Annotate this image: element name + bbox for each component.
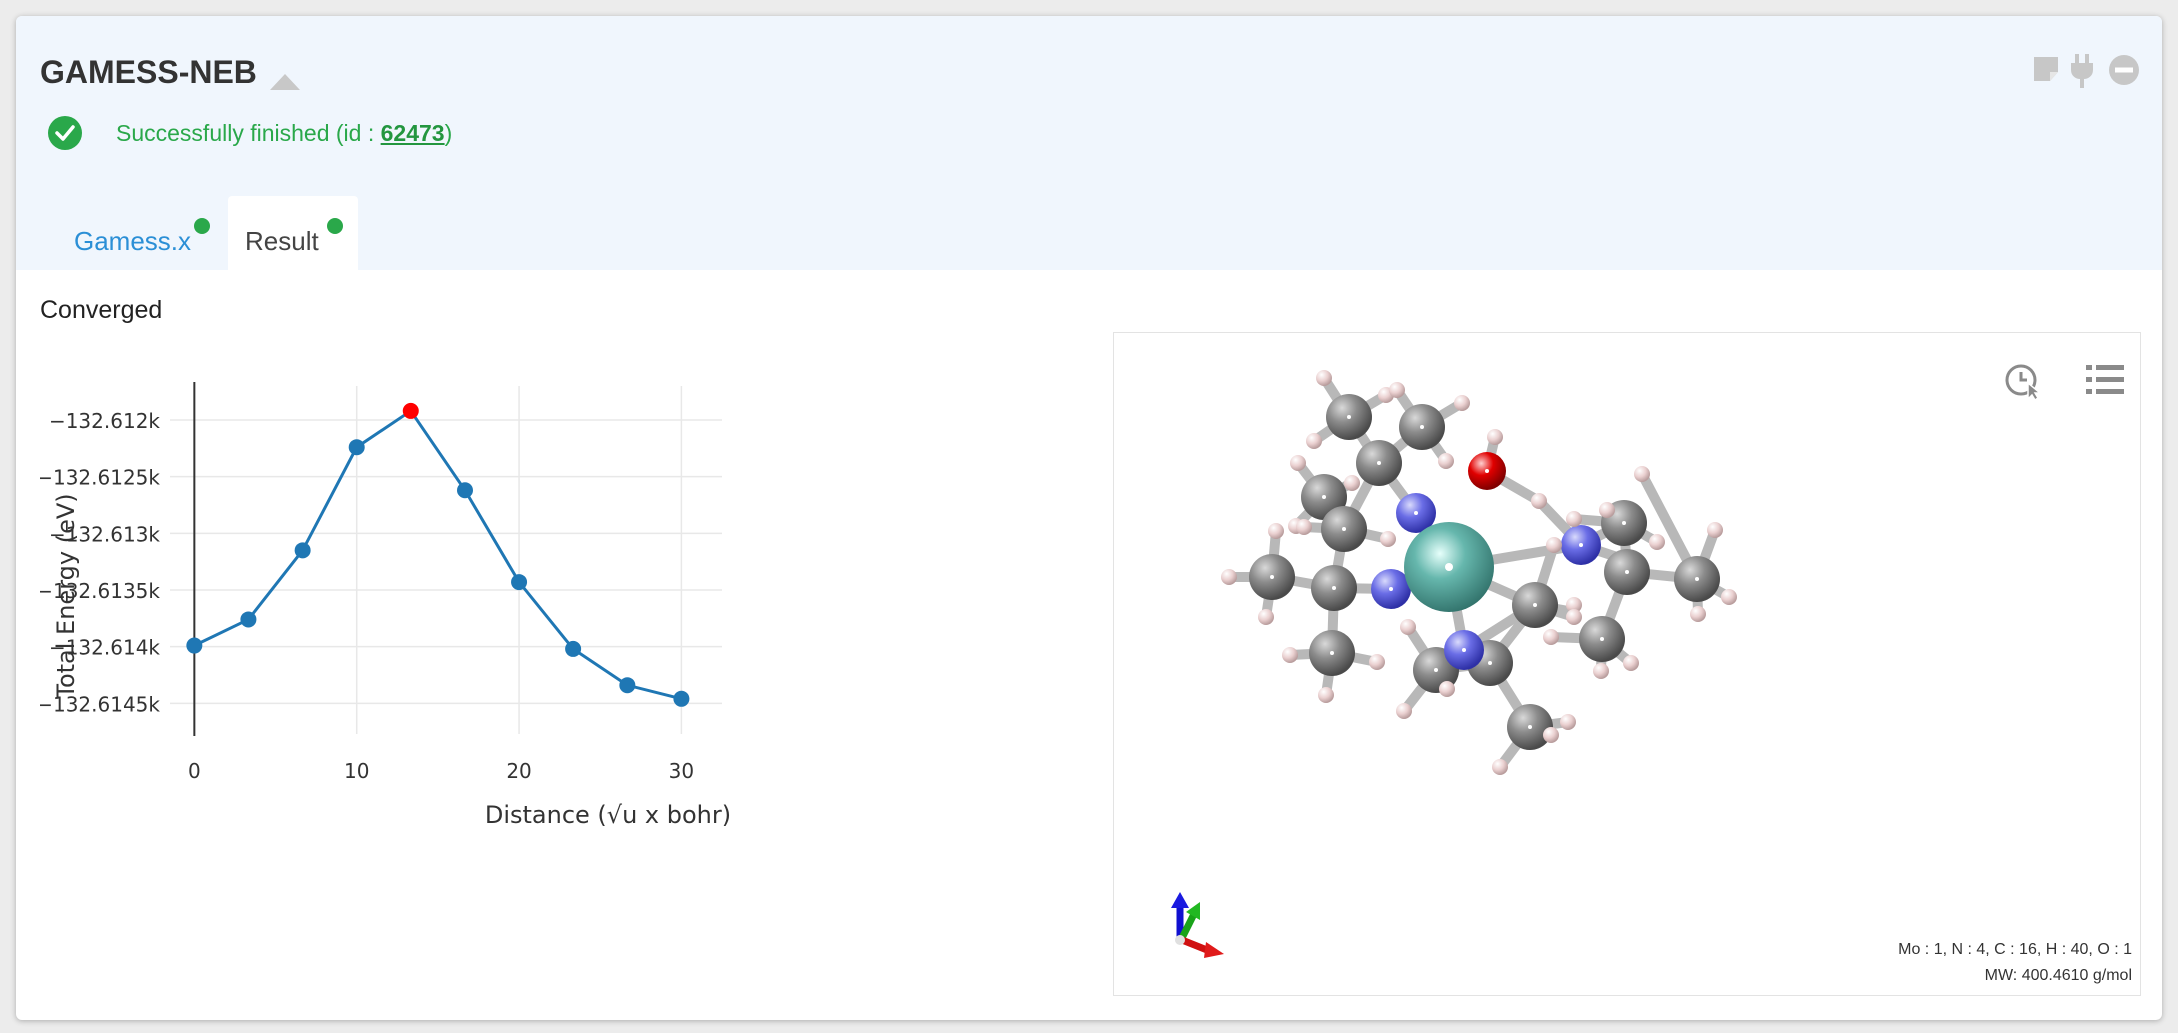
minus-circle-icon[interactable] bbox=[2108, 54, 2140, 91]
tab-gamess-x-label: Gamess.x bbox=[74, 226, 192, 256]
data-point bbox=[294, 542, 311, 559]
tab-result-label: Result bbox=[245, 226, 319, 256]
data-point bbox=[511, 574, 528, 591]
tab-gamess-x-status-dot bbox=[194, 218, 210, 234]
data-point bbox=[619, 677, 636, 694]
status-prefix: Successfully finished (id : bbox=[116, 120, 381, 146]
plug-icon[interactable] bbox=[2070, 54, 2094, 93]
y-tick-label: −132.6125k bbox=[40, 466, 160, 490]
y-tick-label: −132.612k bbox=[49, 409, 160, 433]
series-line bbox=[193, 408, 682, 701]
molecule-weight: MW: 400.4610 g/mol bbox=[1984, 967, 2132, 984]
chart-y-label: Total Energy (eV) bbox=[52, 493, 80, 699]
x-tick-label: 30 bbox=[669, 759, 694, 783]
chart-grid bbox=[170, 382, 722, 736]
data-point bbox=[240, 611, 257, 628]
data-point bbox=[348, 439, 365, 456]
axes-gizmo-icon bbox=[1171, 892, 1224, 958]
tab-gamess-x[interactable]: Gamess.x bbox=[40, 196, 210, 270]
job-id-link[interactable]: 62473 bbox=[381, 120, 445, 146]
highlight-point bbox=[402, 402, 419, 419]
converged-label: Converged bbox=[40, 296, 163, 324]
data-point bbox=[673, 690, 690, 707]
data-point bbox=[565, 640, 582, 657]
note-icon[interactable] bbox=[2032, 54, 2060, 89]
status-suffix: ) bbox=[444, 120, 453, 146]
molecule-formula: Mo : 1, N : 4, C : 16, H : 40, O : 1 bbox=[1898, 941, 2132, 958]
chart-x-label: Distance (√u x bohr) bbox=[485, 801, 731, 829]
header-icons bbox=[2032, 54, 2142, 90]
x-tick-label: 10 bbox=[344, 759, 369, 783]
status-text: Successfully finished (id : 62473) bbox=[116, 120, 452, 147]
collapse-caret-icon[interactable] bbox=[270, 74, 300, 90]
energy-chart[interactable]: −132.612k−132.6125k−132.613k−132.6135k−1… bbox=[40, 346, 1020, 996]
chart-series bbox=[186, 402, 690, 707]
tab-result-status-dot bbox=[327, 218, 343, 234]
job-panel: GAMESS-NEB Successfully finished (id : 6… bbox=[16, 16, 2162, 1020]
x-tick-label: 0 bbox=[188, 759, 201, 783]
molecule-structure bbox=[1221, 370, 1737, 775]
success-check-icon bbox=[48, 116, 82, 150]
data-point bbox=[456, 482, 473, 499]
data-point bbox=[186, 637, 203, 654]
panel-title: GAMESS-NEB bbox=[40, 54, 257, 90]
chart-x-axis: 0 10 20 30 bbox=[188, 759, 694, 783]
molecule-viewer[interactable]: Mo : 1, N : 4, C : 16, H : 40, O : 1 MW:… bbox=[1113, 332, 2141, 996]
x-tick-label: 20 bbox=[506, 759, 531, 783]
tab-result[interactable]: Result bbox=[228, 196, 358, 270]
